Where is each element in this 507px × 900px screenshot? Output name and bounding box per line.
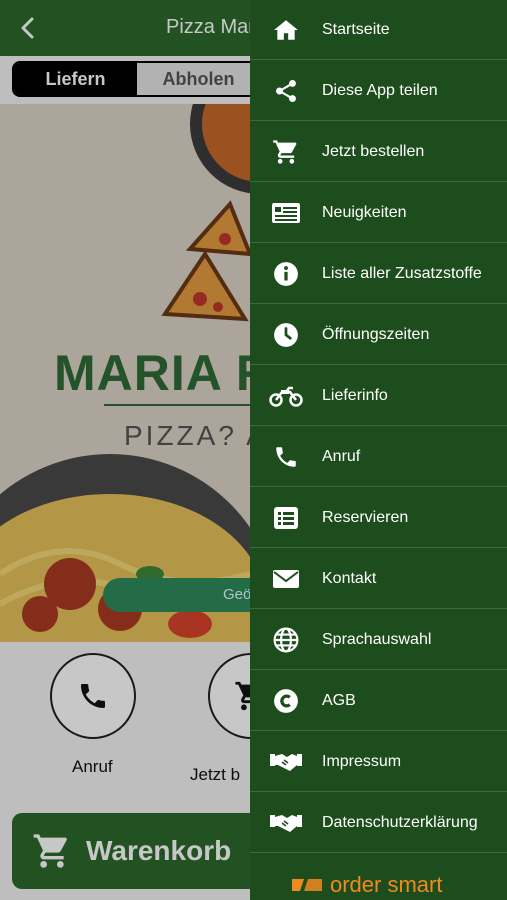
list-icon [250, 506, 322, 530]
drawer-item-imprint[interactable]: Impressum [250, 732, 507, 792]
copyright-icon [250, 688, 322, 714]
drawer-item-label: Jetzt bestellen [322, 142, 425, 160]
drawer-item-home[interactable]: Startseite [250, 0, 507, 60]
handshake-icon [250, 751, 322, 773]
info-icon [250, 261, 322, 287]
drawer-item-label: Kontakt [322, 569, 377, 587]
drawer-item-reserve[interactable]: Reservieren [250, 488, 507, 548]
order-smart-brand: order smart [330, 872, 443, 897]
drawer-item-label: Reservieren [322, 508, 409, 526]
drawer-item-label: Anruf [322, 447, 361, 465]
drawer-item-label: Datenschutzerklärung [322, 813, 478, 831]
drawer-item-language[interactable]: Sprachauswahl [250, 610, 507, 670]
drawer-item-label: Diese App teilen [322, 81, 438, 99]
order-smart-logo: order smart [290, 872, 442, 898]
share-icon [250, 78, 322, 104]
handshake-icon [250, 812, 322, 834]
envelope-icon [250, 569, 322, 589]
drawer-item-label: Sprachauswahl [322, 630, 432, 648]
drawer-item-additives[interactable]: Liste aller Zusatzstoffe [250, 244, 507, 304]
order-smart-logo-icon [292, 879, 322, 891]
drawer-item-privacy[interactable]: Datenschutzerklärung [250, 793, 507, 853]
drawer-item-label: Neuigkeiten [322, 203, 407, 221]
phone-icon [250, 444, 322, 470]
drawer-item-terms[interactable]: AGB [250, 671, 507, 731]
motorcycle-icon [250, 385, 322, 407]
home-icon [250, 17, 322, 43]
drawer-item-label: Impressum [322, 752, 402, 770]
drawer-item-label: Öffnungszeiten [322, 325, 430, 343]
globe-icon [250, 627, 322, 653]
cart-icon [250, 138, 322, 166]
drawer-item-label: Liste aller Zusatzstoffe [322, 264, 482, 282]
drawer-item-label: Lieferinfo [322, 386, 388, 404]
drawer-item-share[interactable]: Diese App teilen [250, 61, 507, 121]
drawer-item-opening-hours[interactable]: Öffnungszeiten [250, 305, 507, 365]
drawer-item-order-now[interactable]: Jetzt bestellen [250, 122, 507, 182]
drawer-item-news[interactable]: Neuigkeiten [250, 183, 507, 243]
navigation-drawer: Startseite Diese App teilen Jetzt bestel… [250, 0, 507, 900]
news-icon [250, 202, 322, 224]
drawer-item-contact[interactable]: Kontakt [250, 549, 507, 609]
clock-icon [250, 322, 322, 348]
drawer-item-label: Startseite [322, 20, 390, 38]
drawer-item-delivery-info[interactable]: Lieferinfo [250, 366, 507, 426]
drawer-item-call[interactable]: Anruf [250, 427, 507, 487]
drawer-item-label: AGB [322, 691, 356, 709]
